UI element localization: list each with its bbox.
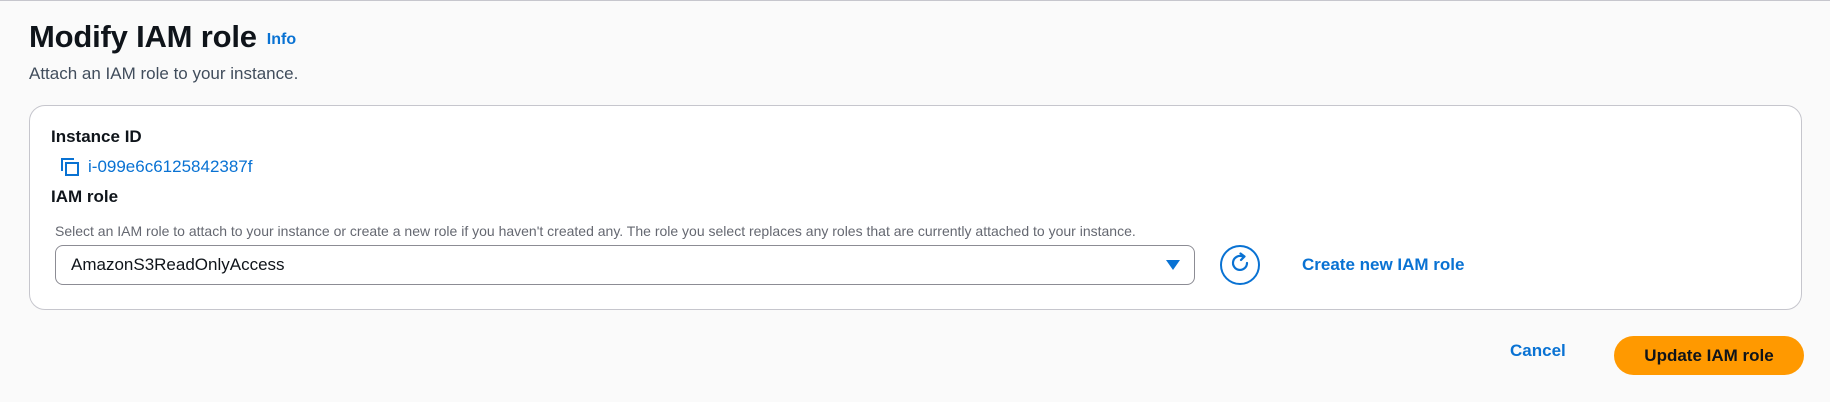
page-description: Attach an IAM role to your instance. [29, 64, 299, 83]
caret-down-icon [1166, 260, 1180, 270]
iam-role-selected-value: AmazonS3ReadOnlyAccess [71, 255, 285, 274]
update-iam-role-button[interactable]: Update IAM role [1614, 336, 1804, 375]
title-row: Modify IAM role Info [29, 18, 298, 56]
refresh-icon [1228, 251, 1252, 280]
page-title: Modify IAM role [29, 19, 257, 54]
create-new-iam-role-link[interactable]: Create new IAM role [1302, 254, 1465, 276]
cancel-button[interactable]: Cancel [1510, 340, 1566, 362]
instance-id-link[interactable]: i-099e6c6125842387f [88, 156, 252, 178]
iam-role-select[interactable]: AmazonS3ReadOnlyAccess [55, 245, 1195, 285]
iam-role-label: IAM role [51, 187, 119, 206]
instance-id-row: i-099e6c6125842387f [60, 156, 252, 178]
copy-icon[interactable] [60, 157, 80, 177]
info-link[interactable]: Info [267, 31, 296, 49]
top-divider [0, 0, 1830, 1]
refresh-button[interactable] [1220, 245, 1260, 285]
instance-id-label: Instance ID [51, 127, 142, 146]
settings-panel: Instance ID i-099e6c6125842387f IAM role… [29, 105, 1802, 310]
iam-role-description: Select an IAM role to attach to your ins… [55, 223, 1136, 239]
page-header: Modify IAM role Info Attach an IAM role … [29, 18, 298, 85]
